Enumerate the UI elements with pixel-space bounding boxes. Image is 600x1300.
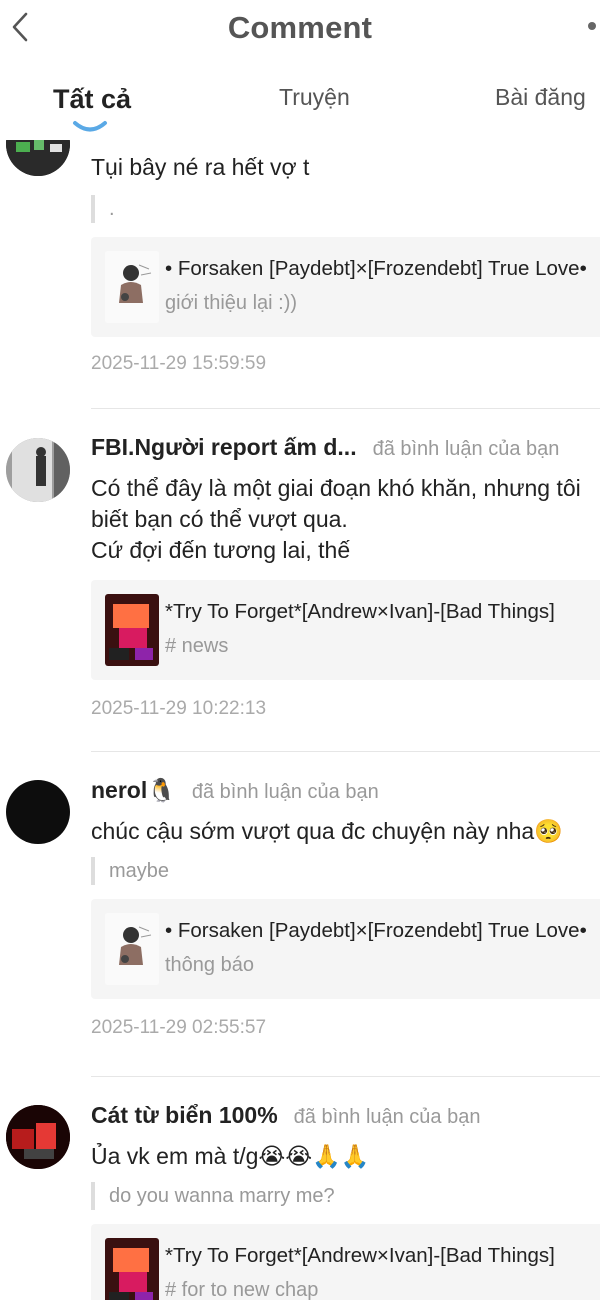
- divider: [91, 408, 600, 409]
- story-card-subtitle: thông báo: [165, 954, 254, 976]
- comment-text: Ủa vk em mà t/g😭😭🙏🙏: [91, 1143, 370, 1169]
- comment-text-line: Có thể đây là một giai đoạn khó khăn, nh…: [91, 475, 581, 501]
- story-card[interactable]: *Try To Forget*[Andrew×Ivan]-[Bad Things…: [91, 580, 600, 680]
- comment-action: đã bình luận của bạn: [293, 1106, 481, 1128]
- divider: [91, 751, 600, 752]
- comment-text: chúc cậu sớm vượt qua đc chuyện này nha🥺: [91, 818, 563, 844]
- avatar[interactable]: [6, 780, 70, 844]
- more-options-icon[interactable]: [588, 22, 596, 30]
- comment-item[interactable]: FBI.Người report ấm d... đã bình luận củ…: [0, 410, 600, 753]
- avatar[interactable]: [6, 1105, 70, 1169]
- comment-timestamp: 2025-11-29 15:59:59: [91, 353, 267, 374]
- quoted-reply: maybe: [91, 857, 600, 885]
- comment-username[interactable]: FBI.Người report ấm d...: [91, 434, 357, 461]
- comment-item[interactable]: nerol🐧 đã bình luận của bạn chúc cậu sớm…: [0, 753, 600, 1078]
- story-card-title: *Try To Forget*[Andrew×Ivan]-[Bad Things…: [165, 600, 555, 623]
- divider: [91, 1076, 600, 1077]
- story-card-subtitle: # news: [165, 635, 229, 657]
- story-card-subtitle: # for to new chap: [165, 1279, 319, 1300]
- tab-active-indicator: [73, 121, 107, 132]
- tab-posts[interactable]: Bài đăng: [495, 84, 586, 111]
- story-card-subtitle: giới thiệu lại :)): [165, 292, 298, 314]
- comment-timestamp: 2025-11-29 02:55:57: [91, 1017, 267, 1038]
- story-card-title: *Try To Forget*[Andrew×Ivan]-[Bad Things…: [165, 1244, 555, 1267]
- story-card-title: • Forsaken [Paydebt]×[Frozendebt] True L…: [165, 919, 587, 942]
- comment-text-line: biết bạn có thể vượt qua.: [91, 506, 348, 532]
- comment-action: đã bình luận của bạn: [372, 438, 560, 460]
- tab-all[interactable]: Tất cả: [53, 84, 131, 115]
- story-thumbnail: [105, 1238, 159, 1300]
- comment-action: đã bình luận của bạn: [191, 781, 379, 803]
- comment-username[interactable]: Cát từ biển 100%: [91, 1102, 278, 1129]
- quoted-reply: do you wanna marry me?: [91, 1182, 600, 1210]
- comment-item[interactable]: Tụi bây né ra hết vợ t . • Forsaken [Pay…: [0, 112, 600, 410]
- comment-text: Có thể đây là một giai đoạn khó khăn, nh…: [91, 473, 600, 566]
- comment-username[interactable]: nerol🐧: [91, 777, 176, 804]
- comment-text-line: Cứ đợi đến tương lai, thế: [91, 537, 351, 563]
- story-card[interactable]: *Try To Forget*[Andrew×Ivan]-[Bad Things…: [91, 1224, 600, 1300]
- story-card[interactable]: • Forsaken [Paydebt]×[Frozendebt] True L…: [91, 237, 600, 337]
- story-thumbnail: [105, 913, 159, 985]
- comment-item[interactable]: Cát từ biển 100% đã bình luận của bạn Ủa…: [0, 1078, 600, 1300]
- story-card-title: • Forsaken [Paydebt]×[Frozendebt] True L…: [165, 257, 587, 280]
- story-thumbnail: [105, 594, 159, 666]
- page-title: Comment: [227, 10, 373, 45]
- tab-stories[interactable]: Truyện: [279, 84, 350, 111]
- comment-timestamp: 2025-11-29 10:22:13: [91, 698, 267, 719]
- avatar[interactable]: [6, 438, 70, 502]
- comment-text: Tụi bây né ra hết vợ t: [91, 154, 310, 180]
- tab-bar: Tất cả Truyện Bài đăng: [0, 60, 600, 140]
- quoted-reply: .: [91, 195, 600, 223]
- header: Comment: [0, 0, 600, 60]
- story-card[interactable]: • Forsaken [Paydebt]×[Frozendebt] True L…: [91, 899, 600, 999]
- story-thumbnail: [105, 251, 159, 323]
